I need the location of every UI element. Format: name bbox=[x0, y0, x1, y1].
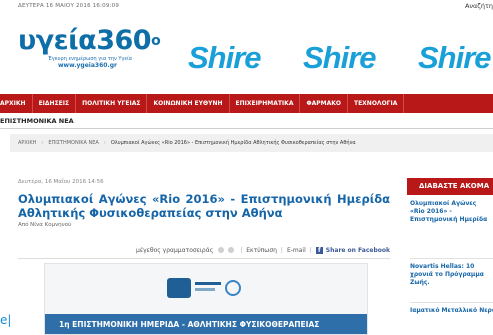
sidebar-link-3[interactable]: Ιαματικό Μεταλλικό Νερό bbox=[410, 307, 493, 316]
article-author: Από Νίνα Κομνηνού bbox=[18, 222, 72, 228]
article-tools: μέγεθος γραμματοσειράς | Εκτύπωση | E-ma… bbox=[18, 244, 390, 256]
site-header: υγεία360o Έγκυρη ενημέρωση για την Υγεία… bbox=[0, 13, 493, 75]
sponsor-banner-1[interactable]: Shire bbox=[188, 41, 262, 75]
nav-item-home[interactable]: ΑΡΧΙΚΗ bbox=[0, 94, 33, 113]
event-logo-icon bbox=[167, 276, 245, 302]
nav-item-social-responsibility[interactable]: ΚΟΙΝΩΝΙΚΗ ΕΥΘΥΝΗ bbox=[147, 94, 230, 113]
tools-separator: | bbox=[240, 246, 243, 254]
sidebar-divider bbox=[410, 258, 493, 259]
print-link[interactable]: Εκτύπωση bbox=[246, 247, 277, 254]
sidebar-link-2[interactable]: Novartis Hellas: 10 χρονιά το Πρόγραμμα … bbox=[410, 263, 493, 289]
sidebar-heading: ΔΙΑΒΑΣΤΕ ΑΚΟΜΑ bbox=[407, 178, 493, 195]
nav-item-technology[interactable]: ΤΕΧΝΟΛΟΓΙΑ bbox=[348, 94, 405, 113]
font-increase-icon[interactable] bbox=[228, 247, 235, 253]
section-title: ΕΠΙΣΤΗΜΟΝΙΚΑ ΝΕΑ bbox=[0, 117, 74, 125]
logo-url: www.ygeia360.gr bbox=[58, 62, 117, 69]
font-size-label: μέγεθος γραμματοσειράς bbox=[136, 246, 214, 254]
sponsor-banner-2[interactable]: Shire bbox=[303, 41, 377, 75]
font-decrease-icon[interactable] bbox=[218, 247, 225, 253]
breadcrumb: ΑΡΧΙΚΗ › ΕΠΙΣΤΗΜΟΝΙΚΑ ΝΕΑ › Ολυμπιακοί Α… bbox=[10, 134, 493, 152]
sidebar-divider bbox=[410, 302, 493, 303]
email-link[interactable]: E-mail bbox=[287, 247, 306, 254]
tools-separator: | bbox=[280, 246, 283, 254]
breadcrumb-category[interactable]: ΕΠΙΣΤΗΜΟΝΙΚΑ ΝΕΑ bbox=[48, 140, 98, 146]
article-title: Ολυμπιακοί Αγώνες «Rio 2016» - Επιστημον… bbox=[18, 192, 390, 220]
top-bar: ΔΕΥΤΕΡΑ 16 ΜΑΙΟΥ 2016 16:09:09 Αναζήτη bbox=[0, 0, 493, 13]
section-divider bbox=[0, 128, 493, 129]
tools-divider bbox=[18, 258, 390, 259]
logo-text: υγεία360o bbox=[18, 25, 161, 56]
tools-separator: | bbox=[309, 246, 312, 254]
partial-link[interactable]: e| bbox=[0, 313, 11, 327]
nav-item-health-policy[interactable]: ΠΟΛΙΤΙΚΗ ΥΓΕΙΑΣ bbox=[76, 94, 148, 113]
breadcrumb-home[interactable]: ΑΡΧΙΚΗ bbox=[18, 140, 36, 146]
article-image: 1η ΕΠΙΣΤΗΜΟΝΙΚΗ ΗΜΕΡΙΔΑ - ΑΘΛΗΤΙΚΗΣ ΦΥΣΙ… bbox=[44, 263, 368, 335]
article-date: Δευτέρα, 16 Μαΐου 2016 14:56 bbox=[18, 179, 104, 185]
image-banner-text: 1η ΕΠΙΣΤΗΜΟΝΙΚΗ ΗΜΕΡΙΔΑ - ΑΘΛΗΤΙΚΗΣ ΦΥΣΙ… bbox=[45, 314, 367, 334]
nav-item-business[interactable]: ΕΠΙΧΕΙΡΗΜΑΤΙΚΑ bbox=[230, 94, 301, 113]
main-nav: ΑΡΧΙΚΗ ΕΙΔΗΣΕΙΣ ΠΟΛΙΤΙΚΗ ΥΓΕΙΑΣ ΚΟΙΝΩΝΙΚ… bbox=[0, 94, 493, 113]
sponsor-banner-3[interactable]: Shire bbox=[418, 41, 492, 75]
facebook-share-link[interactable]: Share on Facebook bbox=[326, 247, 390, 254]
search-link[interactable]: Αναζήτη bbox=[465, 2, 493, 10]
facebook-icon[interactable]: f bbox=[315, 246, 323, 254]
breadcrumb-current: Ολυμπιακοί Αγώνες «Rio 2016» - Επιστημον… bbox=[110, 140, 356, 146]
current-date: ΔΕΥΤΕΡΑ 16 ΜΑΙΟΥ 2016 16:09:09 bbox=[18, 3, 120, 9]
sidebar-link-1[interactable]: Ολυμπιακοί Αγώνες «Rio 2016» - Επιστημον… bbox=[410, 200, 493, 224]
nav-item-pharma[interactable]: ΦΑΡΜΑΚΟ bbox=[300, 94, 348, 113]
breadcrumb-separator-icon: › bbox=[103, 140, 106, 146]
breadcrumb-separator-icon: › bbox=[41, 140, 44, 146]
site-logo[interactable]: υγεία360o Έγκυρη ενημέρωση για την Υγεία… bbox=[18, 26, 178, 70]
nav-item-news[interactable]: ΕΙΔΗΣΕΙΣ bbox=[33, 94, 77, 113]
